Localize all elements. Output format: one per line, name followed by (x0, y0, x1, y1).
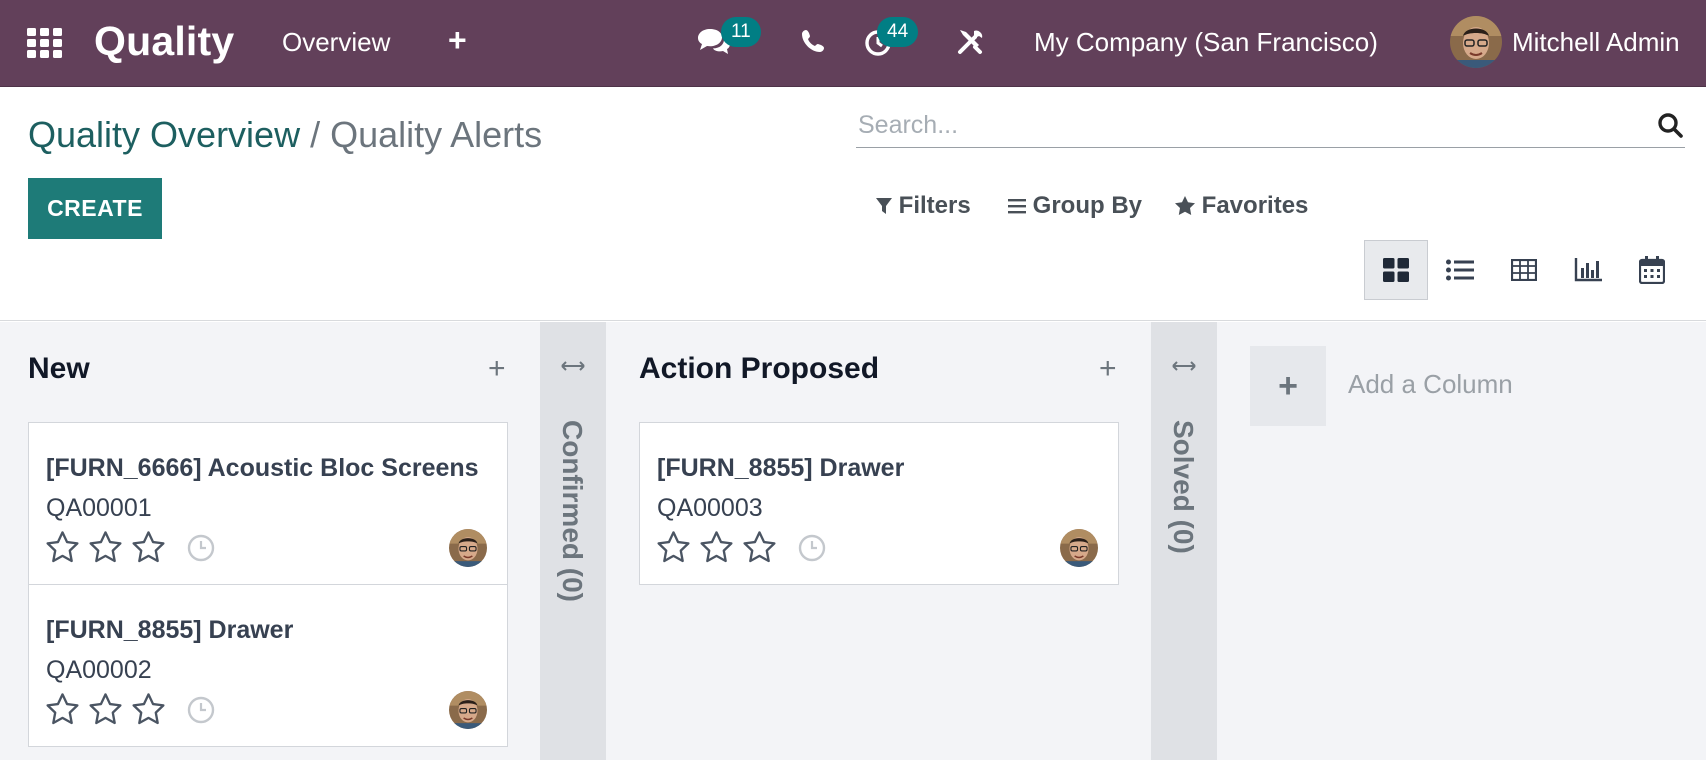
avatar[interactable] (449, 529, 487, 567)
breadcrumb-separator: / (300, 114, 331, 155)
apps-icon[interactable] (27, 28, 63, 58)
clock-icon[interactable] (187, 696, 215, 724)
card-reference: QA00002 (46, 656, 152, 684)
star-icon[interactable] (699, 530, 734, 564)
groupby-icon (1008, 199, 1026, 214)
priority-stars (656, 530, 777, 564)
star-icon[interactable] (742, 530, 777, 564)
column-add-button-action-proposed[interactable]: + (1099, 352, 1117, 386)
expand-arrow-icon (1172, 361, 1196, 371)
company-switcher[interactable]: My Company (San Francisco) (1034, 27, 1378, 58)
phone-icon[interactable] (800, 28, 826, 54)
column-add-button-new[interactable]: + (488, 352, 506, 386)
filter-icon (876, 198, 892, 214)
tools-icon[interactable] (956, 26, 986, 56)
kanban-card[interactable]: [FURN_6666] Acoustic Bloc Screens QA0000… (28, 422, 508, 585)
favorites-label: Favorites (1201, 192, 1309, 219)
filters-label: Filters (898, 192, 971, 219)
kanban-view-icon (1383, 258, 1409, 282)
avatar[interactable] (449, 691, 487, 729)
folded-column-label: Solved (0) (1168, 420, 1199, 554)
add-column-button[interactable]: + (1250, 346, 1326, 426)
calendar-view-button[interactable] (1620, 240, 1684, 300)
star-icon[interactable] (656, 530, 691, 564)
kanban-card[interactable]: [FURN_8855] Drawer QA00002 (28, 584, 508, 747)
pivot-view-icon (1511, 259, 1537, 281)
folded-column-solved[interactable]: Solved (0) (1151, 322, 1217, 760)
breadcrumb-parent[interactable]: Quality Overview (28, 114, 300, 155)
clock-icon[interactable] (798, 534, 826, 562)
search-input[interactable] (858, 106, 1628, 144)
app-title[interactable]: Quality (94, 18, 234, 65)
kanban-view-button[interactable] (1364, 240, 1428, 300)
search-bar (856, 106, 1685, 148)
column-title-action-proposed: Action Proposed (639, 352, 880, 385)
kanban-board: New + [FURN_6666] Acoustic Bloc Screens … (0, 322, 1706, 760)
messages-badge: 11 (721, 17, 761, 47)
menu-plus[interactable]: + (448, 22, 467, 59)
clock-icon[interactable] (187, 534, 215, 562)
pivot-view-button[interactable] (1492, 240, 1556, 300)
priority-stars (45, 692, 166, 726)
card-title: [FURN_6666] Acoustic Bloc Screens (46, 454, 479, 482)
add-column-label[interactable]: Add a Column (1348, 369, 1513, 400)
search-icon[interactable] (1657, 112, 1683, 138)
folded-column-confirmed[interactable]: Confirmed (0) (540, 322, 606, 760)
card-reference: QA00003 (657, 494, 763, 522)
groupby-menu[interactable]: Group By (1008, 192, 1142, 220)
star-icon[interactable] (131, 692, 166, 726)
breadcrumb: Quality Overview / Quality Alerts (28, 114, 542, 156)
list-view-icon (1446, 259, 1474, 281)
column-title-new: New (28, 352, 90, 385)
avatar[interactable] (1060, 529, 1098, 567)
activities-badge: 44 (877, 17, 919, 47)
expand-arrow-icon (561, 361, 585, 371)
filters-menu[interactable]: Filters (876, 192, 971, 220)
star-icon[interactable] (45, 530, 80, 564)
create-button[interactable]: CREATE (28, 178, 162, 239)
calendar-view-icon (1639, 256, 1665, 284)
graph-view-icon (1574, 258, 1602, 282)
groupby-label: Group By (1032, 192, 1143, 219)
kanban-card[interactable]: [FURN_8855] Drawer QA00003 (639, 422, 1119, 585)
star-icon[interactable] (45, 692, 80, 726)
star-icon[interactable] (131, 530, 166, 564)
favorites-menu[interactable]: Favorites (1175, 192, 1308, 220)
top-navbar: Quality Overview + 11 44 My Company (San… (0, 0, 1706, 87)
user-avatar[interactable] (1450, 16, 1502, 68)
star-icon[interactable] (88, 692, 123, 726)
user-name[interactable]: Mitchell Admin (1512, 27, 1680, 58)
control-panel: Quality Overview / Quality Alerts CREATE… (0, 88, 1706, 321)
list-view-button[interactable] (1428, 240, 1492, 300)
card-title: [FURN_8855] Drawer (657, 454, 905, 482)
priority-stars (45, 530, 166, 564)
favorite-star-icon (1175, 196, 1195, 215)
graph-view-button[interactable] (1556, 240, 1620, 300)
star-icon[interactable] (88, 530, 123, 564)
card-title: [FURN_8855] Drawer (46, 616, 294, 644)
breadcrumb-current: Quality Alerts (330, 114, 543, 155)
folded-column-label: Confirmed (0) (557, 420, 588, 602)
card-reference: QA00001 (46, 494, 152, 522)
menu-overview[interactable]: Overview (282, 27, 390, 58)
